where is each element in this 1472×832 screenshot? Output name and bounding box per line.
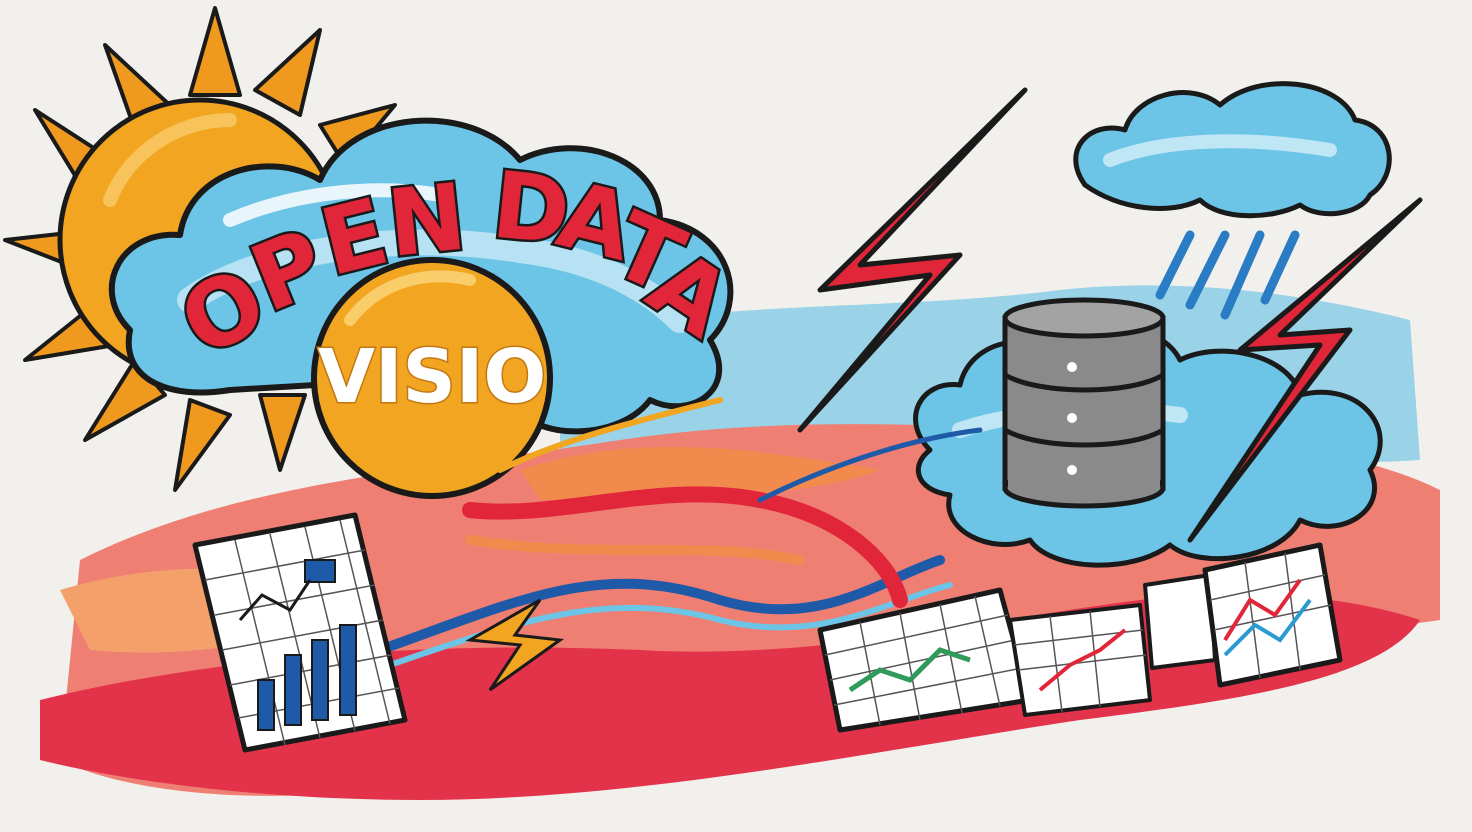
open-data-illustration: O P E N D A T A VISIO <box>3 6 1440 800</box>
rain-cloud-icon <box>1073 81 1392 219</box>
database-icon <box>1002 297 1166 509</box>
subtitle-text: VISIO <box>318 334 547 420</box>
chart-sheet-icon <box>1008 603 1152 717</box>
